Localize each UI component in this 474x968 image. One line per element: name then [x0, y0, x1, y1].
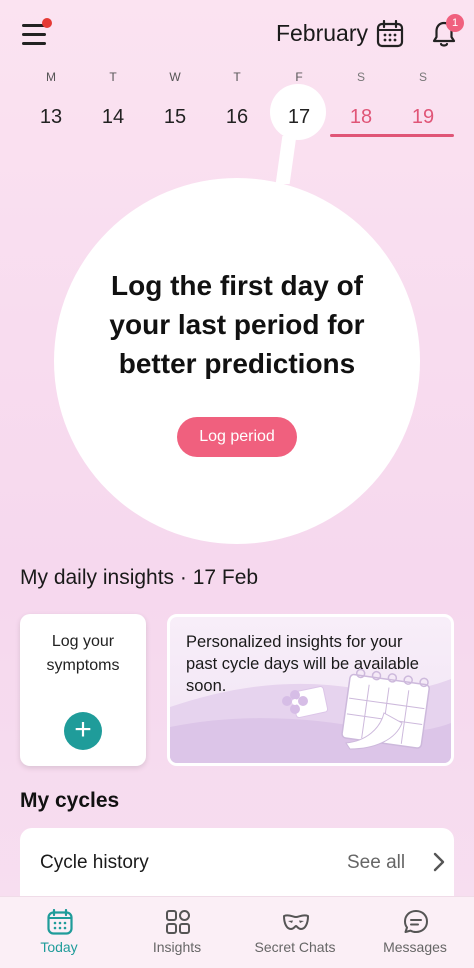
day-monday[interactable]: M 13	[20, 66, 82, 138]
log-symptoms-label: Log your symptoms	[46, 633, 120, 674]
grid-icon	[166, 910, 190, 934]
day-friday[interactable]: F 17	[268, 66, 330, 138]
nav-label: Insights	[152, 939, 202, 955]
day-number: 16	[225, 106, 249, 128]
daily-insights-title: My daily insights · 17 Feb	[20, 566, 259, 589]
nav-insights[interactable]: Insights	[118, 897, 236, 968]
log-symptoms-card[interactable]: Log your symptoms +	[20, 614, 146, 766]
day-sunday[interactable]: S 19	[392, 66, 454, 138]
day-number: 13	[39, 106, 63, 128]
bottom-navigation: Today Insights Secret Chats Messages	[0, 896, 474, 968]
day-number: 18	[349, 106, 373, 128]
menu-icon-bar	[22, 42, 46, 45]
notification-badge: 1	[446, 14, 464, 32]
nav-label: Secret Chats	[254, 939, 336, 955]
chevron-right-icon[interactable]	[432, 850, 446, 874]
nav-today[interactable]: Today	[0, 897, 118, 968]
menu-icon-bar	[22, 33, 46, 36]
see-all-link[interactable]: See all	[347, 852, 405, 874]
nav-label: Messages	[383, 939, 447, 955]
day-thursday[interactable]: T 16	[206, 66, 268, 138]
day-number: 15	[163, 106, 187, 128]
day-letter: W	[169, 70, 181, 84]
calendar-icon	[47, 909, 73, 935]
prediction-prompt: Log the first day of your last period fo…	[109, 270, 365, 379]
day-letter: S	[356, 70, 365, 84]
mask-icon	[283, 914, 309, 930]
weekend-underline	[330, 134, 454, 137]
message-icon	[404, 910, 428, 933]
add-symptoms-button[interactable]: +	[64, 712, 102, 750]
day-number: 14	[101, 106, 125, 128]
day-wednesday[interactable]: W 15	[144, 66, 206, 138]
menu-button[interactable]	[20, 18, 52, 46]
nav-messages[interactable]: Messages	[356, 897, 474, 968]
nav-secret-chats[interactable]: Secret Chats	[236, 897, 354, 968]
day-number: 19	[411, 106, 435, 128]
personalized-insights-text: Personalized insights for your past cycl…	[186, 633, 419, 695]
day-letter: S	[418, 70, 427, 84]
day-saturday[interactable]: S 18	[330, 66, 392, 138]
top-bar: February 1	[0, 0, 474, 68]
day-letter: T	[233, 70, 241, 84]
day-letter: F	[295, 70, 303, 84]
personalized-insights-card[interactable]: Personalized insights for your past cycl…	[167, 614, 454, 766]
cycle-history-label: Cycle history	[40, 852, 149, 873]
week-strip: M 13 T 14 W 15 T 16 F 17 S 18 S 19	[20, 66, 454, 138]
day-letter: M	[46, 70, 56, 84]
day-letter: T	[109, 70, 117, 84]
nav-label: Today	[40, 939, 78, 955]
month-title[interactable]: February	[270, 20, 368, 47]
day-tuesday[interactable]: T 14	[82, 66, 144, 138]
notification-dot	[42, 18, 52, 28]
my-cycles-title: My cycles	[20, 789, 120, 812]
day-number: 17	[287, 106, 311, 128]
log-period-button[interactable]: Log period	[177, 417, 297, 457]
calendar-icon[interactable]	[376, 20, 404, 48]
day-connector	[275, 136, 297, 184]
